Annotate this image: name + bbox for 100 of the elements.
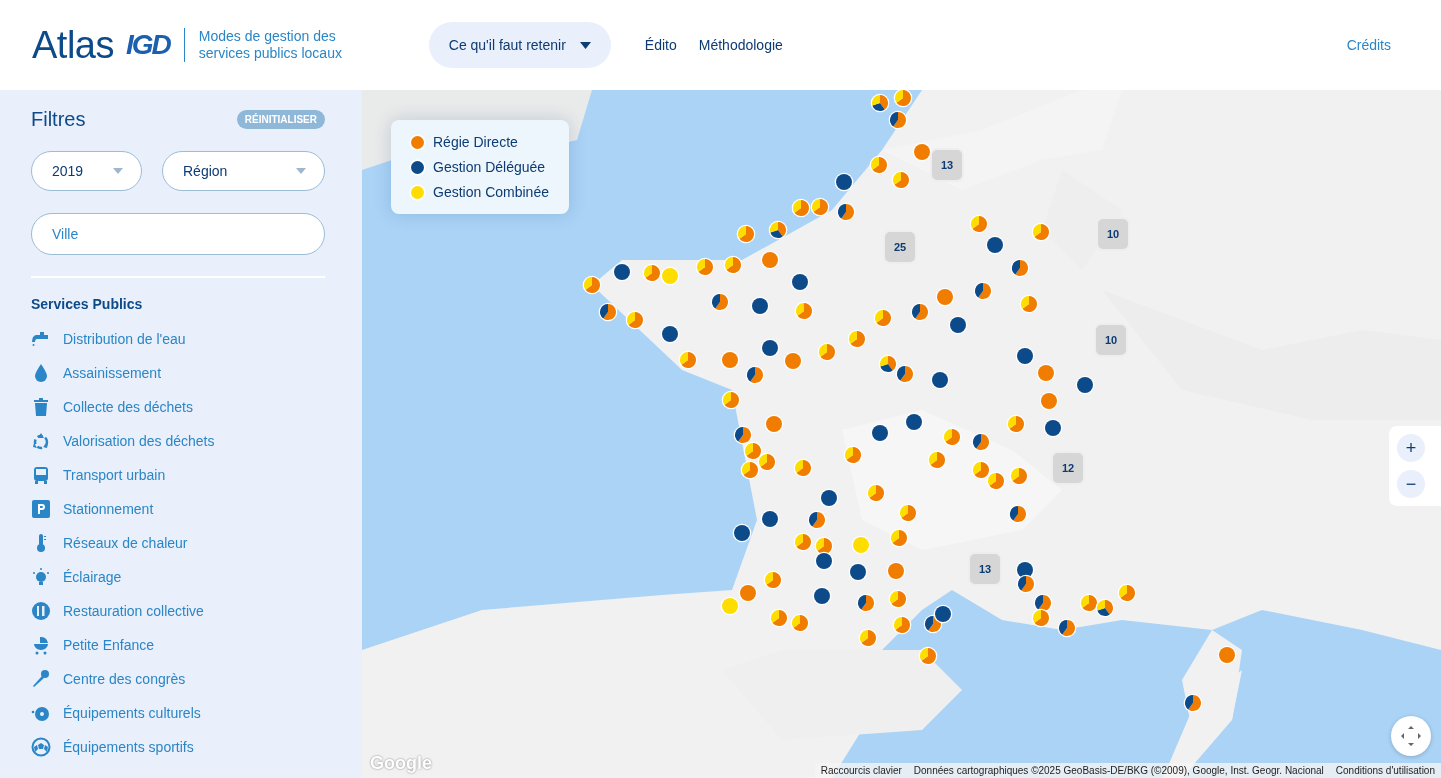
pie-marker-icon[interactable] [764, 414, 784, 434]
pie-marker-icon[interactable] [810, 197, 830, 217]
pie-marker-icon[interactable] [790, 272, 810, 292]
service-item[interactable]: Transport urbain [31, 458, 325, 492]
pie-marker-icon[interactable] [817, 342, 837, 362]
pie-marker-icon[interactable] [582, 275, 602, 295]
pie-marker-icon[interactable] [891, 170, 911, 190]
service-item[interactable]: Éclairage [31, 560, 325, 594]
pie-marker-icon[interactable] [843, 445, 863, 465]
service-item[interactable]: Équipements culturels [31, 696, 325, 730]
pie-marker-icon[interactable] [598, 302, 618, 322]
pie-marker-icon[interactable] [898, 503, 918, 523]
region-select[interactable]: Région [162, 151, 325, 191]
pie-marker-icon[interactable] [1031, 608, 1051, 628]
pie-marker-icon[interactable] [760, 250, 780, 270]
pie-marker-icon[interactable] [625, 310, 645, 330]
pie-marker-icon[interactable] [814, 551, 834, 571]
city-field[interactable]: Ville [31, 213, 325, 255]
pie-marker-icon[interactable] [769, 608, 789, 628]
service-item[interactable]: Restauration collective [31, 594, 325, 628]
pie-marker-icon[interactable] [1015, 346, 1035, 366]
pie-marker-icon[interactable] [1036, 363, 1056, 383]
pie-marker-icon[interactable] [886, 561, 906, 581]
pie-marker-icon[interactable] [834, 172, 854, 192]
pie-marker-icon[interactable] [870, 93, 890, 113]
pie-marker-icon[interactable] [1057, 618, 1077, 638]
service-item[interactable]: Collecte des déchets [31, 390, 325, 424]
pie-marker-icon[interactable] [910, 302, 930, 322]
pie-marker-icon[interactable] [858, 628, 878, 648]
pie-marker-icon[interactable] [1008, 504, 1028, 524]
pie-marker-icon[interactable] [1117, 583, 1137, 603]
zoom-out-button[interactable]: − [1397, 470, 1425, 498]
cluster-badge[interactable]: 13 [968, 552, 1002, 586]
pie-marker-icon[interactable] [971, 432, 991, 452]
service-item[interactable]: Stationnement [31, 492, 325, 526]
pie-marker-icon[interactable] [878, 354, 898, 374]
pie-marker-icon[interactable] [1016, 574, 1036, 594]
pie-marker-icon[interactable] [743, 441, 763, 461]
pie-marker-icon[interactable] [812, 586, 832, 606]
pie-marker-icon[interactable] [793, 532, 813, 552]
cluster-badge[interactable]: 10 [1096, 217, 1130, 251]
pie-marker-icon[interactable] [971, 460, 991, 480]
pie-marker-icon[interactable] [740, 460, 760, 480]
pie-marker-icon[interactable] [721, 390, 741, 410]
nav-link[interactable]: Méthodologie [698, 37, 783, 53]
pie-marker-icon[interactable] [942, 427, 962, 447]
terms-link[interactable]: Conditions d'utilisation [1329, 763, 1441, 778]
pie-marker-icon[interactable] [1009, 466, 1029, 486]
pie-marker-icon[interactable] [918, 646, 938, 666]
shortcuts-link[interactable]: Raccourcis clavier [814, 763, 908, 778]
pie-marker-icon[interactable] [856, 593, 876, 613]
pie-marker-icon[interactable] [933, 604, 953, 624]
pie-marker-icon[interactable] [869, 155, 889, 175]
pie-marker-icon[interactable] [757, 452, 777, 472]
service-item[interactable]: Centre des congrès [31, 662, 325, 696]
pie-marker-icon[interactable] [738, 583, 758, 603]
pie-marker-icon[interactable] [791, 198, 811, 218]
pie-marker-icon[interactable] [848, 562, 868, 582]
pie-marker-icon[interactable] [1019, 294, 1039, 314]
pie-marker-icon[interactable] [760, 509, 780, 529]
cluster-badge[interactable]: 13 [930, 148, 964, 182]
pie-marker-icon[interactable] [720, 350, 740, 370]
cluster-badge[interactable]: 10 [1094, 323, 1128, 357]
pie-marker-icon[interactable] [1183, 693, 1203, 713]
pie-marker-icon[interactable] [783, 351, 803, 371]
pie-marker-icon[interactable] [733, 425, 753, 445]
service-item[interactable]: Petite Enfance [31, 628, 325, 662]
pie-marker-icon[interactable] [1043, 418, 1063, 438]
pie-marker-icon[interactable] [732, 523, 752, 543]
pie-marker-icon[interactable] [870, 423, 890, 443]
pie-marker-icon[interactable] [723, 255, 743, 275]
pie-marker-icon[interactable] [893, 90, 913, 108]
pie-marker-icon[interactable] [836, 202, 856, 222]
pie-marker-icon[interactable] [873, 308, 893, 328]
pie-marker-icon[interactable] [948, 315, 968, 335]
pie-marker-icon[interactable] [612, 262, 632, 282]
year-select[interactable]: 2019 [31, 151, 142, 191]
pie-marker-icon[interactable] [807, 510, 827, 530]
pie-marker-icon[interactable] [745, 365, 765, 385]
service-item[interactable]: Équipements sportifs [31, 730, 325, 764]
pie-marker-icon[interactable] [1217, 645, 1237, 665]
pie-marker-icon[interactable] [660, 266, 680, 286]
nav-link[interactable]: Édito [644, 37, 677, 53]
pie-marker-icon[interactable] [1006, 414, 1026, 434]
pie-marker-icon[interactable] [895, 364, 915, 384]
menu-dropdown-button[interactable]: Ce qu'il faut retenir [428, 22, 611, 68]
pie-marker-icon[interactable] [1010, 258, 1030, 278]
pie-marker-icon[interactable] [889, 528, 909, 548]
pie-marker-icon[interactable] [851, 535, 871, 555]
pie-marker-icon[interactable] [1039, 391, 1059, 411]
pie-marker-icon[interactable] [678, 350, 698, 370]
pie-marker-icon[interactable] [642, 263, 662, 283]
pie-marker-icon[interactable] [892, 615, 912, 635]
pie-marker-icon[interactable] [790, 613, 810, 633]
service-item[interactable]: Valorisation des déchets [31, 424, 325, 458]
cluster-badge[interactable]: 12 [1051, 451, 1085, 485]
pie-marker-icon[interactable] [695, 257, 715, 277]
pie-marker-icon[interactable] [912, 142, 932, 162]
nav-link[interactable]: Crédits [1346, 37, 1391, 53]
pie-marker-icon[interactable] [904, 412, 924, 432]
